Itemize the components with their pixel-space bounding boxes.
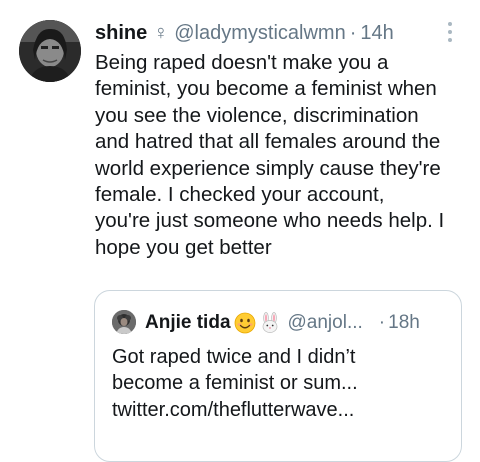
quoted-text-line: become a feminist or sum... [112, 372, 358, 395]
tweet-text-line: Being raped doesn't make you a [95, 51, 389, 74]
more-dot [448, 30, 452, 34]
tweet[interactable]: shine ♀ @ladymysticalwmn · 14h Being rap… [0, 0, 480, 462]
separator-dot: · [349, 21, 357, 44]
author-handle[interactable]: @ladymysticalwmn [174, 22, 345, 45]
tweet-text: Being raped doesn't make you a feminist,… [95, 50, 475, 261]
author-display-name[interactable]: shine [95, 22, 147, 45]
female-sign-icon: ♀ [153, 21, 169, 44]
tweet-text-line: feminist, you become a feminist when [95, 77, 437, 101]
quoted-tweet-card[interactable]: Anjie tida @anjol... · 18h Got raped twi… [94, 290, 462, 462]
more-dot [448, 22, 452, 26]
quoted-author-avatar[interactable] [112, 310, 136, 334]
avatar-photo-icon [112, 310, 136, 334]
tweet-text-line: you're just someone who needs help. I [95, 209, 445, 233]
more-dot [448, 38, 452, 42]
quoted-link[interactable]: twitter.com/theflutterwave... [112, 397, 452, 423]
author-avatar[interactable] [19, 20, 81, 82]
separator-dot: · [378, 312, 386, 333]
avatar-photo-icon [19, 20, 81, 82]
tweet-text-line: female. I checked your account, [95, 183, 385, 207]
quoted-tweet-text: Got raped twice and I didn’t become a fe… [112, 344, 452, 423]
tweet-text-line: you see the violence, discrimination [95, 103, 419, 127]
smiling-face-emoji-icon [234, 312, 256, 334]
quoted-text-line: Got raped twice and I didn’t [112, 346, 356, 368]
tweet-timestamp[interactable]: 14h [360, 22, 393, 45]
rabbit-face-emoji-icon [259, 312, 281, 334]
tweet-text-line: world experience simply cause they're [95, 156, 441, 180]
quoted-tweet-header: Anjie tida @anjol... · 18h [145, 310, 420, 336]
quoted-display-name[interactable]: Anjie tida [145, 312, 231, 334]
quoted-timestamp[interactable]: 18h [388, 312, 420, 334]
tweet-text-line: and hatred that all females around the [95, 130, 441, 154]
tweet-text-line: hope you get better [95, 235, 272, 259]
tweet-header: shine ♀ @ladymysticalwmn · 14h [95, 20, 394, 46]
more-options-icon[interactable] [446, 22, 454, 42]
quoted-handle[interactable]: @anjol... [288, 312, 363, 334]
